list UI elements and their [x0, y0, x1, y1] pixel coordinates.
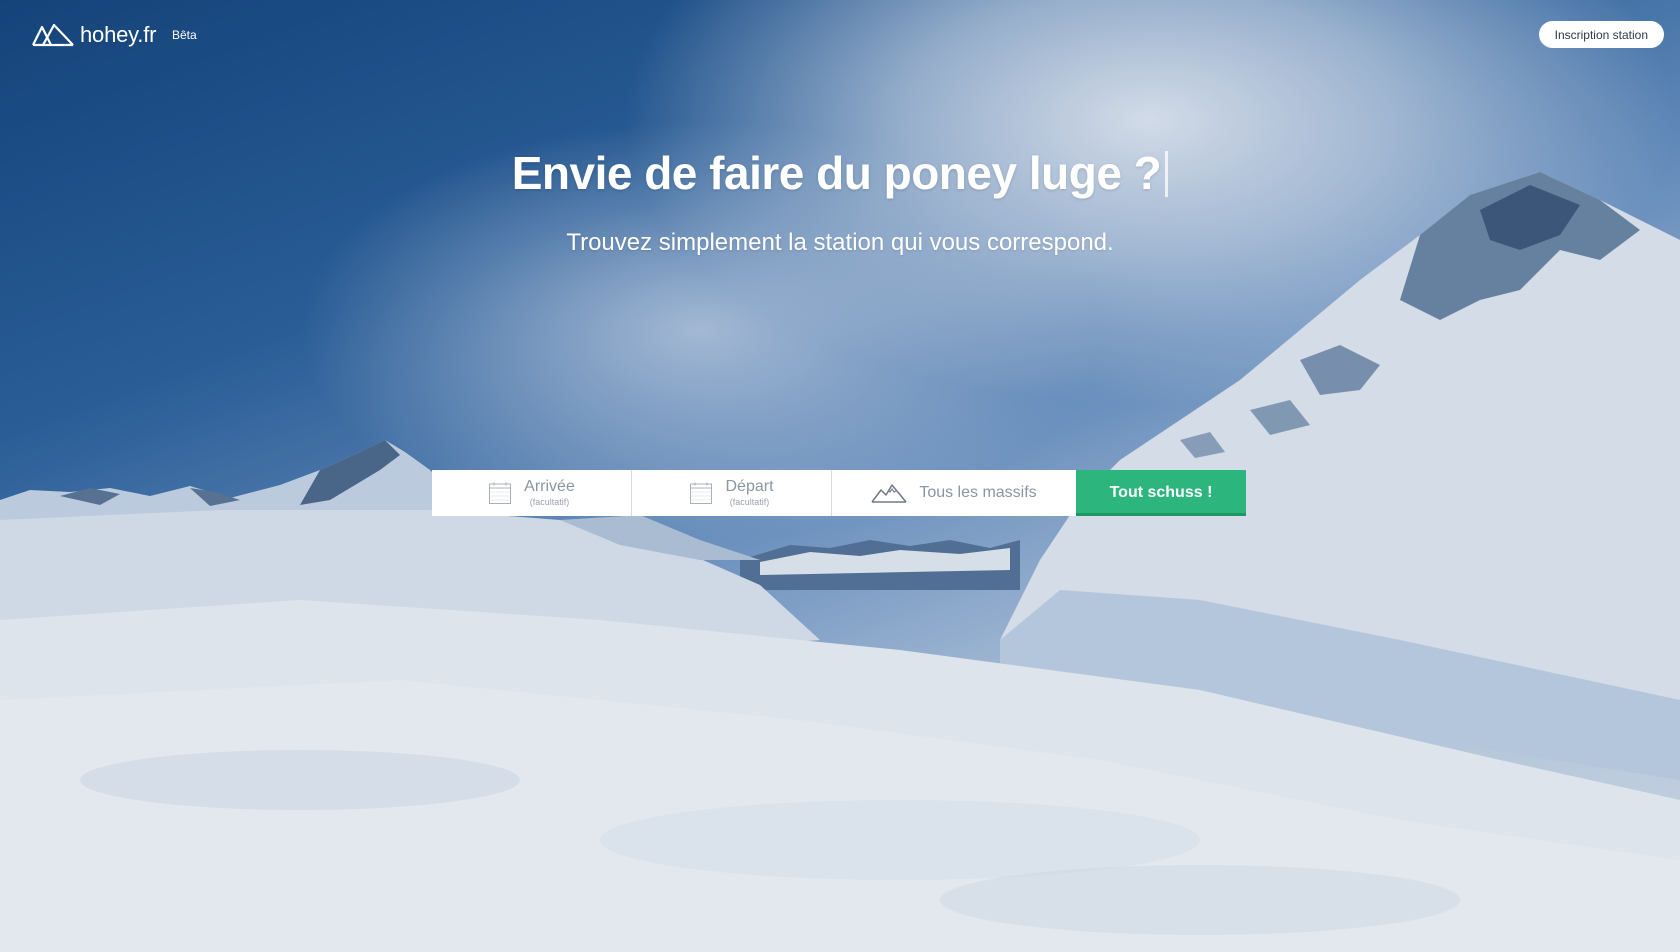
- typing-caret: [1165, 151, 1169, 197]
- massif-select[interactable]: Tous les massifs: [832, 470, 1076, 516]
- departure-label: Départ: [725, 478, 774, 495]
- arrival-hint: (facultatif): [529, 497, 570, 507]
- arrival-field-text: Arrivée (facultatif): [524, 479, 575, 507]
- mountains-logo-icon: [32, 23, 74, 47]
- search-submit-button[interactable]: Tout schuss !: [1076, 470, 1246, 516]
- departure-hint: (facultatif): [729, 497, 770, 507]
- hero-title-text: Envie de faire du poney luge ?: [511, 147, 1162, 199]
- departure-date-field[interactable]: Départ (facultatif): [632, 470, 832, 516]
- site-logo[interactable]: hohey.fr: [32, 22, 156, 48]
- departure-field-text: Départ (facultatif): [725, 479, 773, 507]
- hero-subtitle: Trouvez simplement la station qui vous c…: [566, 229, 1114, 256]
- calendar-icon: [690, 482, 713, 504]
- arrival-date-field[interactable]: Arrivée (facultatif): [432, 470, 632, 516]
- station-search-form: Arrivée (facultatif) Départ (facultatif)…: [432, 470, 1246, 516]
- mountain-icon: [871, 484, 907, 503]
- calendar-icon: [489, 482, 512, 504]
- arrival-label: Arrivée: [524, 478, 575, 495]
- station-signup-button[interactable]: Inscription station: [1538, 21, 1664, 48]
- beta-badge: Bêta: [172, 28, 197, 42]
- hero-title: Envie de faire du poney luge ?: [0, 146, 1680, 200]
- logo-text: hohey.fr: [80, 22, 157, 47]
- massif-select-value: Tous les massifs: [919, 484, 1037, 501]
